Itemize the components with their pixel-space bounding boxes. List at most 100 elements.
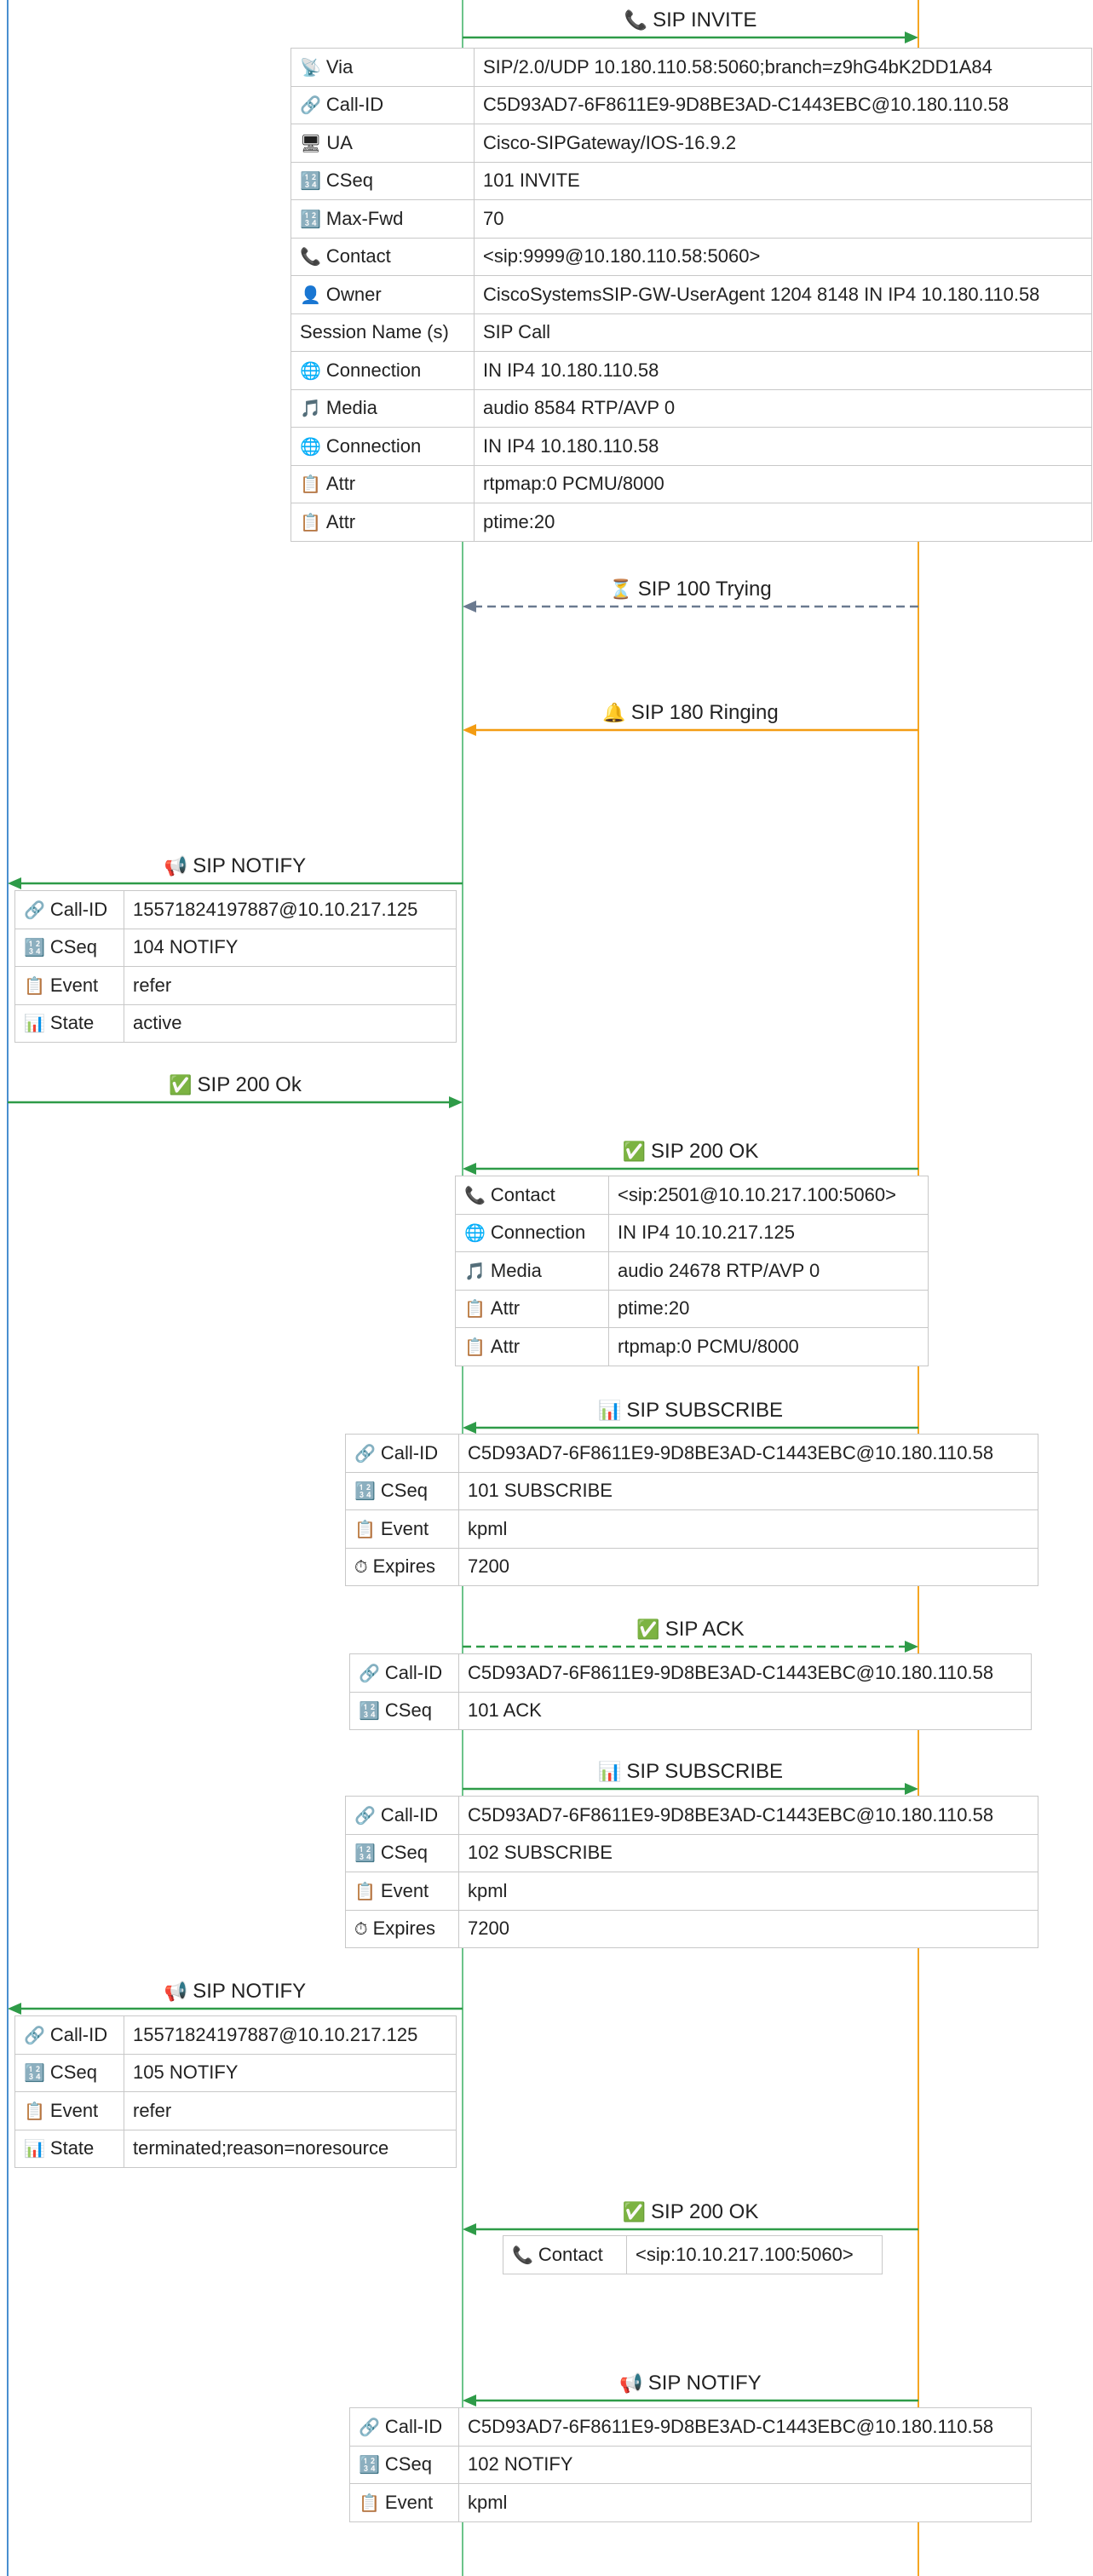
header-key: CSeq (49, 2061, 97, 2084)
arrowhead-m4 (8, 877, 21, 889)
header-row: 🔢 CSeq 104 NOTIFY (14, 928, 457, 967)
header-key: Owner (325, 283, 382, 305)
header-key-cell: 🔗 Call-ID (14, 890, 124, 929)
message-title: SIP NOTIFY (647, 2372, 762, 2395)
header-value: IN IP4 10.180.110.58 (474, 351, 1092, 390)
message-label-m10: 📢 SIP NOTIFY (65, 1980, 406, 2004)
message-label-m8: ✅ SIP ACK (521, 1618, 861, 1642)
header-key: Attr (490, 1297, 521, 1320)
message-title: SIP 200 Ok (197, 1073, 302, 1096)
header-key: CSeq (384, 1699, 432, 1722)
chart-icon: 📊 (24, 2138, 45, 2159)
arrowhead-m2 (463, 601, 476, 612)
message-label-m1: 📞 SIP INVITE (521, 9, 861, 33)
stopwatch-icon: ⏱ (354, 1556, 368, 1578)
message-label-m11: ✅ SIP 200 OK (521, 2200, 861, 2225)
megaphone-icon: 📢 (619, 2373, 643, 2395)
header-key-cell: 🔗 Call-ID (345, 1434, 459, 1473)
globe-icon: 🌐 (464, 1222, 486, 1244)
header-key: CSeq (380, 1480, 428, 1502)
header-key: UA (326, 131, 353, 153)
person-icon: 👤 (300, 284, 321, 305)
header-key-cell: 📋 Event (345, 1872, 459, 1911)
header-value: 101 ACK (458, 1691, 1032, 1730)
header-value: C5D93AD7-6F8611E9-9D8BE3AD-C1443EBC@10.1… (458, 1434, 1038, 1473)
clipboard-icon: 📋 (300, 474, 321, 495)
arrowhead-m9 (905, 1783, 918, 1795)
header-key-cell: 📋 Attr (291, 464, 475, 503)
header-key: CSeq (380, 1842, 428, 1864)
sip-header-table-m11: 📞 Contact <sip:10.10.217.100:5060> (503, 2235, 883, 2274)
phone-icon: 📞 (624, 10, 648, 32)
header-value: IN IP4 10.180.110.58 (474, 427, 1092, 466)
header-key-cell: 📊 State (14, 2129, 124, 2168)
header-key: Call-ID (380, 1441, 439, 1463)
header-key-cell: 📞 Contact (291, 237, 475, 276)
header-row: 🎵 Media audio 24678 RTP/AVP 0 (455, 1251, 929, 1291)
header-value: kpml (458, 1872, 1038, 1911)
header-key-cell: 🔢 CSeq (291, 161, 475, 200)
header-key: Call-ID (49, 2023, 108, 2045)
header-value: kpml (458, 2483, 1032, 2522)
chart-icon: 📊 (597, 1400, 622, 1422)
header-key-cell: 🔗 Call-ID (349, 1653, 459, 1693)
header-key-cell: 🔗 Call-ID (345, 1796, 459, 1835)
message-label-m12: 📢 SIP NOTIFY (521, 2372, 861, 2396)
header-row: 🔗 Call-ID C5D93AD7-6F8611E9-9D8BE3AD-C1443… (349, 2407, 1032, 2447)
header-key: Attr (490, 1335, 521, 1357)
arrowhead-m8 (905, 1641, 918, 1653)
header-value: CiscoSystemsSIP-GW-UserAgent 1204 8148 I… (474, 275, 1092, 314)
header-key-cell: 🔢 CSeq (349, 2445, 459, 2484)
header-row: 📋 Event kpml (349, 2483, 1032, 2522)
header-value: 105 NOTIFY (124, 2053, 457, 2092)
header-key-cell: 🌐 Connection (455, 1213, 609, 1252)
sip-header-table-m7: 🔗 Call-ID C5D93AD7-6F8611E9-9D8BE3AD-C1443… (345, 1434, 1038, 1586)
header-key-cell: ⏱ Expires (345, 1547, 459, 1586)
header-row: 👤 Owner CiscoSystemsSIP-GW-UserAgent 1204 … (291, 275, 1092, 314)
header-key: CSeq (384, 2453, 432, 2475)
bell-icon: 🔔 (602, 703, 626, 724)
header-value: C5D93AD7-6F8611E9-9D8BE3AD-C1443EBC@10.1… (458, 1653, 1032, 1693)
header-row: 🔢 CSeq 105 NOTIFY (14, 2053, 457, 2092)
sip-header-table-m12: 🔗 Call-ID C5D93AD7-6F8611E9-9D8BE3AD-C1443… (349, 2407, 1032, 2522)
header-value: ptime:20 (474, 503, 1092, 542)
header-row: 🌐 Connection IN IP4 10.180.110.58 (291, 427, 1092, 466)
header-key: Via (325, 55, 354, 78)
header-key-cell: 📡 Via (291, 48, 475, 87)
header-key: Connection (325, 434, 422, 457)
header-row: 🔢 Max-Fwd 70 (291, 199, 1092, 239)
header-row: 🎵 Media audio 8584 RTP/AVP 0 (291, 388, 1092, 428)
header-value: SIP Call (474, 313, 1092, 352)
clipboard-icon: 📋 (300, 511, 321, 532)
message-label-m7: 📊 SIP SUBSCRIBE (521, 1399, 861, 1423)
header-key-cell: 📋 Event (14, 2091, 124, 2130)
header-row: 📋 Attr rtpmap:0 PCMU/8000 (291, 464, 1092, 503)
header-key: Event (380, 1879, 429, 1901)
clipboard-icon: 📋 (24, 975, 45, 996)
header-row: 🔗 Call-ID C5D93AD7-6F8611E9-9D8BE3AD-C1443… (291, 85, 1092, 124)
header-value: C5D93AD7-6F8611E9-9D8BE3AD-C1443EBC@10.1… (458, 2407, 1032, 2447)
message-title: SIP INVITE (653, 9, 757, 32)
header-value: SIP/2.0/UDP 10.180.110.58:5060;branch=z9… (474, 48, 1092, 87)
music-icon: 🎵 (300, 398, 321, 419)
header-key: State (49, 1012, 95, 1034)
computer-icon: 🖥 (300, 132, 322, 153)
header-key-cell: Session Name (s) (291, 313, 475, 352)
header-row: 📞 Contact <sip:9999@10.180.110.58:5060> (291, 237, 1092, 276)
numbers-icon: 🔢 (354, 1481, 376, 1502)
chart-icon: 📊 (24, 1013, 45, 1034)
header-key: Max-Fwd (325, 207, 404, 229)
header-key: Call-ID (380, 1803, 439, 1826)
check-icon: ✅ (636, 1619, 660, 1641)
header-row: 📋 Attr ptime:20 (455, 1289, 929, 1328)
message-label-m5: ✅ SIP 200 Ok (65, 1073, 406, 1098)
clipboard-icon: 📋 (24, 2100, 45, 2121)
header-key-cell: 🎵 Media (291, 388, 475, 428)
message-label-m9: 📊 SIP SUBSCRIBE (521, 1760, 861, 1785)
header-value: <sip:2501@10.10.217.100:5060> (608, 1176, 929, 1215)
sip-header-table-m6: 📞 Contact <sip:2501@10.10.217.100:5060> 🌐 Co… (455, 1176, 929, 1366)
header-row: 📞 Contact <sip:10.10.217.100:5060> (503, 2235, 883, 2274)
header-row: 📋 Event refer (14, 966, 457, 1005)
header-key: Call-ID (325, 94, 384, 116)
link-icon: 🔗 (24, 2024, 45, 2045)
